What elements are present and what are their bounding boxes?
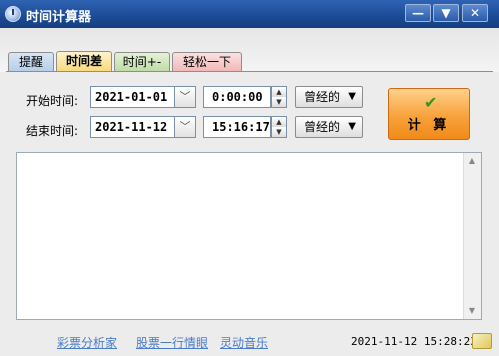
start-history-label: 曾经的 bbox=[304, 90, 341, 104]
end-time-spinner[interactable]: ▲ ▼ bbox=[271, 116, 287, 138]
spin-down-icon[interactable]: ▼ bbox=[272, 127, 286, 137]
minimize-button[interactable]: — bbox=[405, 4, 431, 22]
restore-button[interactable]: ▼ bbox=[433, 4, 459, 22]
chevron-down-icon: ﹀ bbox=[179, 90, 191, 103]
start-time-field[interactable]: 0:00:00 bbox=[203, 86, 271, 108]
result-textarea[interactable]: ▲ ▼ bbox=[16, 152, 482, 320]
start-time-label: 开始时间: bbox=[26, 94, 79, 108]
clock-icon bbox=[5, 6, 21, 22]
dropdown-arrow-icon: ▼ bbox=[348, 121, 356, 132]
calculate-button[interactable]: ✔ 计 算 bbox=[388, 88, 470, 140]
scroll-down-icon[interactable]: ▼ bbox=[464, 303, 480, 319]
link-music[interactable]: 灵动音乐 bbox=[220, 334, 268, 351]
chevron-down-icon: ﹀ bbox=[179, 120, 191, 133]
start-date-dropdown[interactable]: ﹀ bbox=[174, 86, 196, 108]
calculate-button-label: 计 算 bbox=[407, 118, 451, 133]
link-stock-quotes[interactable]: 股票一行情眼 bbox=[136, 334, 208, 351]
tab-time-plus-minus[interactable]: 时间+- bbox=[114, 52, 170, 71]
end-time-field[interactable]: 15:16:17 bbox=[203, 116, 271, 138]
end-time-label: 结束时间: bbox=[26, 124, 79, 138]
end-history-dropdown[interactable]: 曾经的 ▼ bbox=[295, 116, 363, 138]
checkmark-icon: ✔ bbox=[424, 93, 438, 112]
spin-down-icon[interactable]: ▼ bbox=[272, 97, 286, 107]
close-button[interactable]: ✕ bbox=[462, 4, 488, 22]
tab-divider bbox=[6, 71, 493, 72]
scroll-up-icon[interactable]: ▲ bbox=[464, 153, 480, 169]
title-bar[interactable]: 时间计算器 — ▼ ✕ bbox=[0, 0, 499, 28]
tab-time-difference[interactable]: 时间差 bbox=[56, 51, 112, 72]
notes-icon[interactable] bbox=[472, 333, 492, 349]
start-date-field[interactable]: 2021-01-01 bbox=[90, 86, 176, 108]
end-date-dropdown[interactable]: ﹀ bbox=[174, 116, 196, 138]
start-time-spinner[interactable]: ▲ ▼ bbox=[271, 86, 287, 108]
start-history-dropdown[interactable]: 曾经的 ▼ bbox=[295, 86, 363, 108]
status-clock: 2021-11-12 15:28:23 bbox=[351, 335, 477, 348]
vertical-scrollbar[interactable]: ▲ ▼ bbox=[463, 153, 481, 319]
link-lottery-analyst[interactable]: 彩票分析家 bbox=[57, 334, 117, 351]
tab-relax[interactable]: 轻松一下 bbox=[172, 52, 242, 71]
window-title: 时间计算器 bbox=[26, 10, 92, 25]
dropdown-arrow-icon: ▼ bbox=[348, 91, 356, 102]
tab-reminder[interactable]: 提醒 bbox=[8, 52, 54, 71]
end-date-field[interactable]: 2021-11-12 bbox=[90, 116, 176, 138]
app-window: 时间计算器 — ▼ ✕ 提醒 时间差 时间+- 轻松一下 开始时间: 2021-… bbox=[0, 0, 499, 356]
end-history-label: 曾经的 bbox=[304, 120, 341, 134]
